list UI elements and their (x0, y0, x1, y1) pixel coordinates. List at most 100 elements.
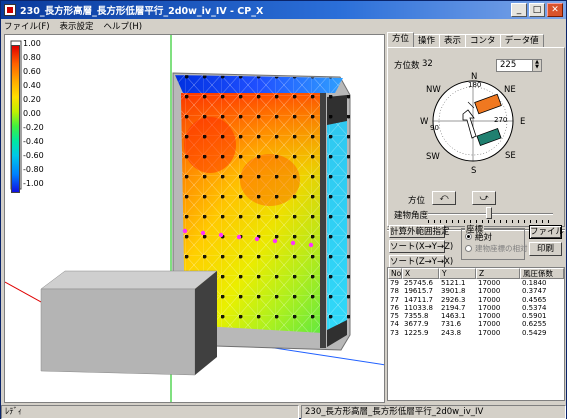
col-z[interactable]: Z (476, 268, 520, 279)
legend-label: -1.00 (23, 179, 44, 188)
compass-tick-180: 180 (468, 81, 482, 89)
rotate-left-button[interactable]: ⤺ (432, 191, 456, 205)
cell-no: 77 (390, 295, 399, 304)
print-button[interactable]: 印刷 (529, 242, 562, 256)
cell-x: 3677.9 (404, 320, 429, 329)
low-building-side (195, 271, 217, 375)
title-bar[interactable]: 230_長方形高層_長方形低層平行_2d0w_iv_IV - CP_X _ □ … (1, 1, 566, 19)
cell-y: 2194.7 (441, 303, 466, 312)
legend-label: 0.20 (23, 95, 41, 104)
cell-z: 17000 (478, 287, 501, 296)
cell-x: 11033.8 (404, 303, 433, 312)
3d-viewport[interactable]: 1.00 0.80 0.60 0.40 0.20 0.00 -0.20 -0.4… (4, 34, 385, 403)
sort-xyz-button[interactable]: ソート(X→Y→Z) (389, 240, 453, 253)
table-row[interactable]: 75 7355.8 1463.1 17000 0.5901 (388, 312, 564, 320)
cell-no: 76 (390, 303, 399, 312)
cell-no: 75 (390, 312, 399, 321)
tab-strip: 方位 操作 表示 コンタ データ値 (387, 32, 544, 48)
cell-z: 17000 (478, 328, 501, 337)
minimize-button[interactable]: _ (511, 3, 527, 17)
coords-relative-label: 建物座標の相対 (475, 244, 528, 253)
control-panel: 方位 操作 表示 コンタ データ値 方位数 32 225 ▲ ▼ N NE E … (387, 32, 565, 403)
cell-z: 17000 (478, 320, 501, 329)
spin-arrows-icon[interactable]: ▲ ▼ (532, 60, 541, 71)
status-bar: ﾚﾃﾞｨ 230_長方形高層_長方形低層平行_2d0w_iv_IV (1, 405, 566, 419)
direction-tab-panel: 方位数 32 225 ▲ ▼ N NE E SE S SW W NW 180 9… (387, 47, 565, 227)
cell-cp: 0.5901 (522, 312, 547, 321)
legend-label: 0.60 (23, 67, 41, 76)
cell-z: 17000 (478, 312, 501, 321)
cell-y: 731.6 (441, 320, 462, 329)
legend-label: -0.20 (23, 123, 44, 132)
data-table[interactable]: No X Y Z 風圧係数 79 25745.6 5121.1 17000 0.… (387, 267, 565, 401)
app-window: 230_長方形高層_長方形低層平行_2d0w_iv_IV - CP_X _ □ … (0, 0, 567, 419)
compass-tick-90: 90 (430, 124, 439, 132)
cell-cp: 0.5429 (522, 328, 547, 337)
cell-no: 74 (390, 320, 399, 329)
range-outside-button[interactable]: 計算外範囲指定 (389, 225, 450, 238)
table-row[interactable]: 74 3677.9 731.6 17000 0.6255 (388, 320, 564, 328)
rotate-right-button[interactable]: ⤻ (472, 191, 496, 205)
angle-value: 225 (500, 60, 517, 70)
legend-label: 0.40 (23, 81, 41, 90)
compass-s: S (471, 166, 477, 176)
tab-display[interactable]: 表示 (439, 34, 467, 47)
menu-file[interactable]: ファイル(F) (4, 20, 50, 32)
cell-cp: 0.5374 (522, 303, 547, 312)
coords-absolute-label: 絶対 (475, 233, 493, 243)
status-ready: ﾚﾃﾞｨ (1, 405, 299, 419)
table-header: No X Y Z 風圧係数 (388, 268, 564, 279)
cell-y: 2926.3 (441, 295, 466, 304)
legend-label: 0.00 (23, 109, 41, 118)
cell-x: 19615.7 (404, 287, 433, 296)
legend-label: 1.00 (23, 39, 41, 48)
tab-direction[interactable]: 方位 (387, 32, 415, 47)
cell-y: 243.8 (441, 328, 462, 337)
table-row[interactable]: 78 19615.7 3901.8 17000 0.3747 (388, 287, 564, 295)
compass-ne: NE (504, 85, 516, 95)
table-row[interactable]: 73 1225.9 243.8 17000 0.5429 (388, 329, 564, 337)
col-y[interactable]: Y (439, 268, 476, 279)
tab-data-values[interactable]: データ値 (499, 34, 544, 47)
cell-z: 17000 (478, 303, 501, 312)
cell-cp: 0.6255 (522, 320, 547, 329)
file-button[interactable]: ファイル (529, 225, 564, 239)
building-angle-slider-thumb[interactable] (486, 207, 492, 219)
col-wind-pressure[interactable]: 風圧係数 (520, 268, 564, 279)
compass-w: W (420, 117, 429, 127)
tab-contour[interactable]: コンタ (465, 34, 501, 47)
legend-label: -0.60 (23, 151, 44, 160)
slider-ticks (428, 220, 553, 223)
compass-se: SE (505, 151, 516, 161)
menu-display-settings[interactable]: 表示設定 (60, 20, 94, 32)
low-building-top (40, 270, 218, 290)
table-row[interactable]: 76 11033.8 2194.7 17000 0.5374 (388, 304, 564, 312)
table-row[interactable]: 79 25745.6 5121.1 17000 0.1840 (388, 279, 564, 287)
col-x[interactable]: X (402, 268, 439, 279)
col-no[interactable]: No (388, 268, 402, 279)
coords-absolute-radio[interactable] (465, 233, 472, 240)
cell-cp: 0.1840 (522, 279, 547, 287)
direction-count-value: 32 (422, 59, 433, 69)
close-button[interactable]: ✕ (547, 3, 563, 17)
coords-relative-radio[interactable] (465, 245, 472, 252)
maximize-button[interactable]: □ (529, 3, 545, 17)
menu-help[interactable]: ヘルプ(H) (104, 20, 143, 32)
compass-sw: SW (426, 152, 440, 162)
rotate-right-icon: ⤻ (479, 193, 489, 203)
cell-no: 73 (390, 328, 399, 337)
compass-e: E (520, 117, 526, 127)
cell-y: 5121.1 (441, 279, 466, 287)
cell-x: 7355.8 (404, 312, 429, 321)
cell-x: 1225.9 (404, 328, 429, 337)
cell-y: 1463.1 (441, 312, 466, 321)
tab-operation[interactable]: 操作 (413, 34, 441, 47)
compass-tick-270: 270 (494, 116, 508, 124)
legend-label: -0.40 (23, 137, 44, 146)
table-row[interactable]: 77 14711.7 2926.3 17000 0.4565 (388, 296, 564, 304)
angle-spinbox[interactable]: 225 ▲ ▼ (496, 59, 542, 72)
cell-z: 17000 (478, 295, 501, 304)
direction-count-label: 方位数 (394, 61, 420, 71)
building-angle-label: 建物角度 (394, 211, 429, 221)
legend-label: -0.80 (23, 165, 44, 174)
